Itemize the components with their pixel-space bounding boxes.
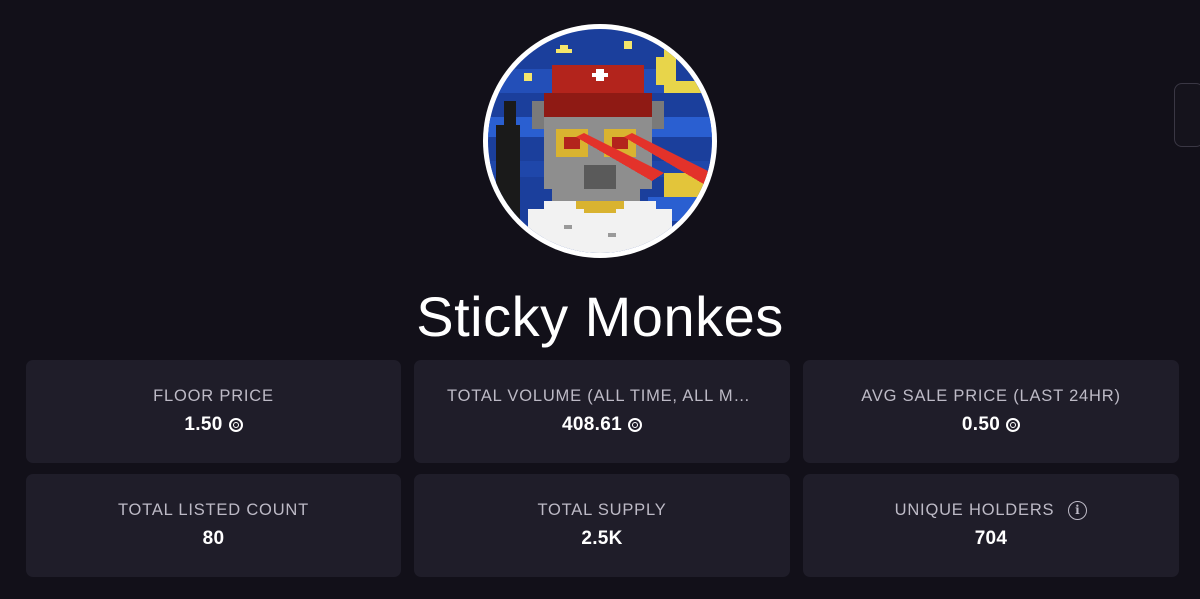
stat-value: 704 [974,528,1008,549]
stat-value-row: 704 [975,526,1008,552]
stat-label: TOTAL VOLUME (ALL TIME, ALL MARKETPLACES… [447,385,757,407]
stat-value: 1.50 [184,414,223,435]
collection-title: Sticky Monkes [416,285,784,348]
stat-card-unique-holders: UNIQUE HOLDERS i 704 [803,474,1179,577]
stat-value: 2.5K [581,528,623,549]
collection-page: Sticky Monkes FLOOR PRICE 1.50 TOTAL VOL… [0,0,1200,599]
info-icon[interactable]: i [1068,500,1088,520]
stat-value-row: 2.5K [581,526,622,552]
stat-value: 80 [202,528,225,549]
stat-label-text: UNIQUE HOLDERS [894,501,1055,519]
stat-card-floor-price: FLOOR PRICE 1.50 [26,360,401,463]
monke-avatar-image [488,29,712,253]
stat-value: 408.61 [562,414,622,435]
side-panel-toggle[interactable] [1174,83,1200,147]
sol-icon [627,418,642,432]
stat-card-avg-sale-price: AVG SALE PRICE (LAST 24HR) 0.50 [803,360,1179,463]
stat-label: AVG SALE PRICE (LAST 24HR) [861,387,1121,405]
stat-card-total-volume: TOTAL VOLUME (ALL TIME, ALL MARKETPLACES… [414,360,790,463]
sol-icon [228,418,243,432]
stat-value-row: 1.50 [184,412,243,438]
stat-label-text: TOTAL VOLUME (ALL TIME, ALL MARKETPLACES… [447,387,757,405]
stat-label: FLOOR PRICE [153,387,274,405]
stat-value-row: 408.61 [562,412,642,438]
stat-label: TOTAL SUPPLY [537,501,667,519]
stat-label: UNIQUE HOLDERS i [895,499,1088,521]
stats-grid: FLOOR PRICE 1.50 TOTAL VOLUME (ALL TIME,… [26,360,1179,577]
stat-value-row: 80 [203,526,225,552]
stat-label: TOTAL LISTED COUNT [117,501,310,519]
stat-card-total-supply: TOTAL SUPPLY 2.5K [414,474,790,577]
stat-value-row: 0.50 [961,412,1021,438]
stat-card-total-listed-count: TOTAL LISTED COUNT 80 [26,474,401,577]
stat-value: 0.50 [961,414,1001,435]
collection-avatar [483,24,717,258]
sol-icon [1006,418,1021,432]
